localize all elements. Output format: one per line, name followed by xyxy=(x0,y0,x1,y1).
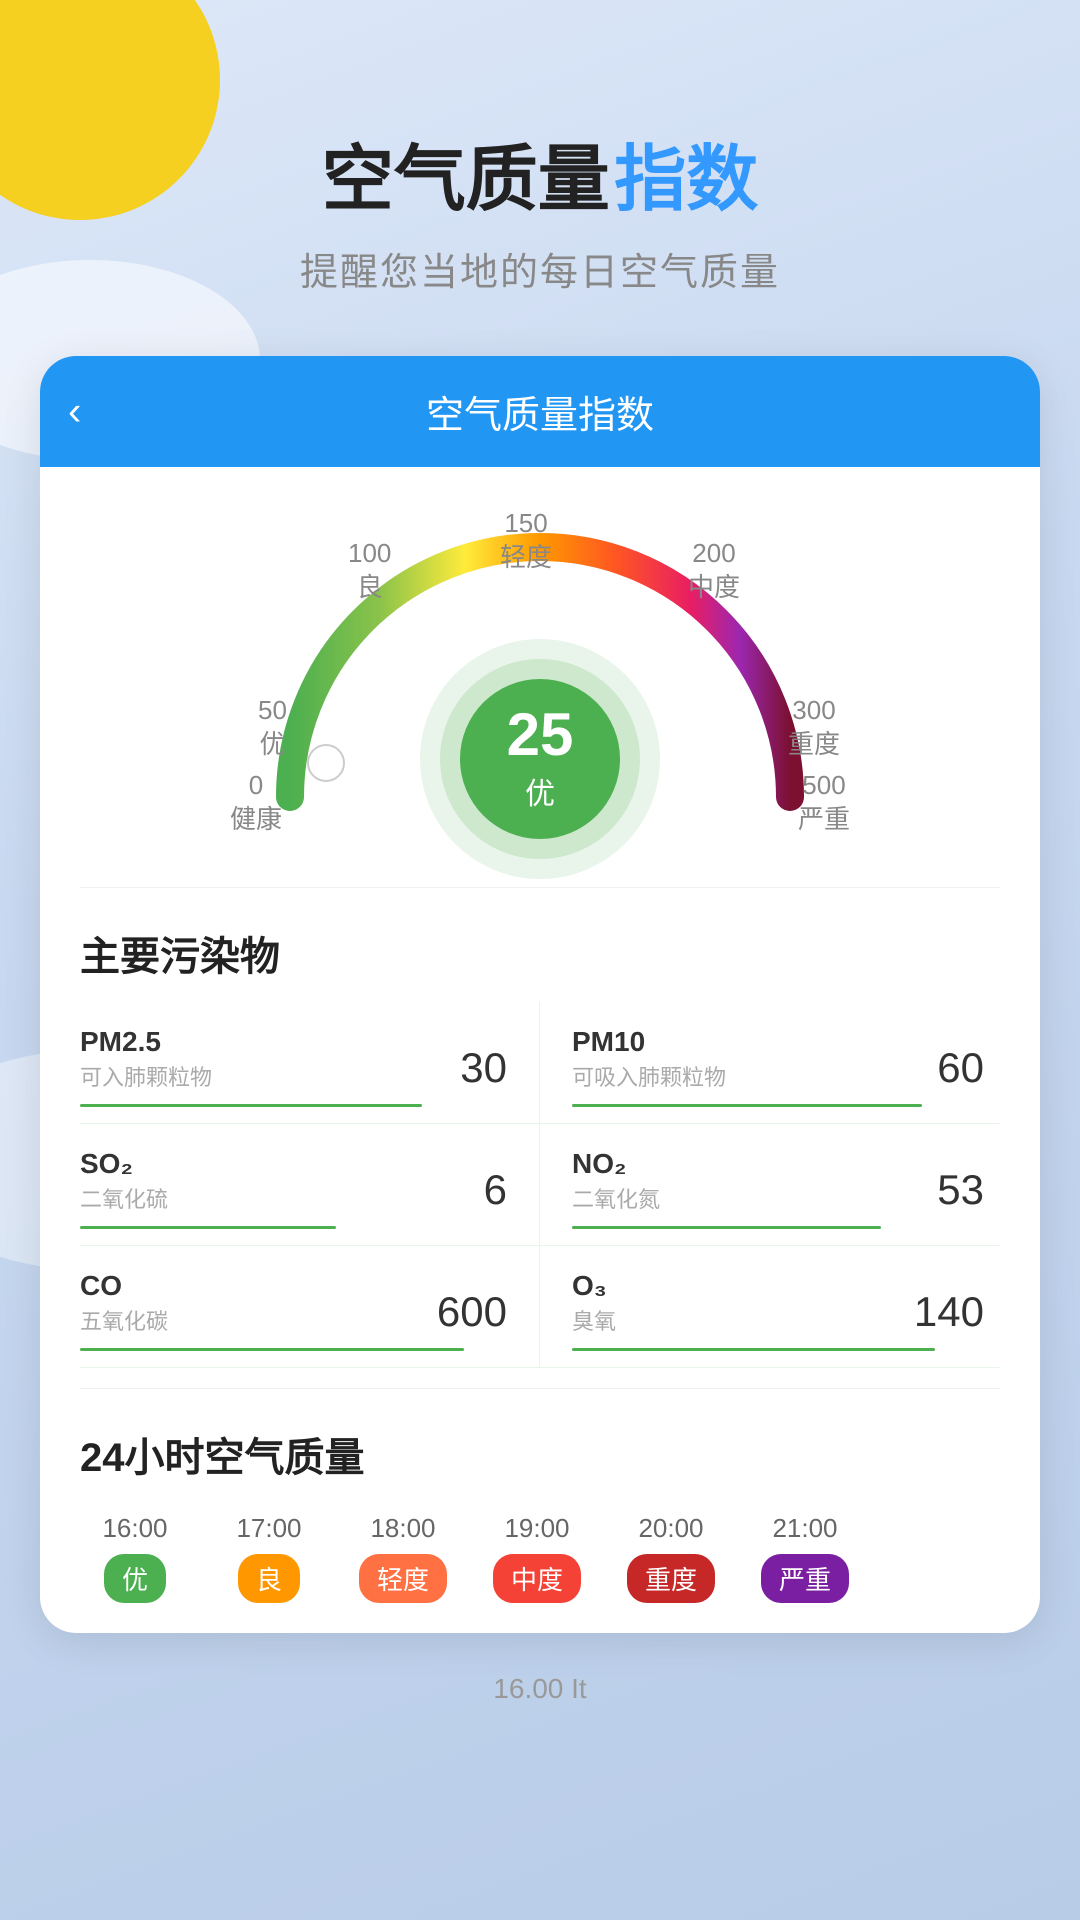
pollutant-pm10-name: PM10 xyxy=(572,1026,726,1058)
hero-title-accent: 指数 xyxy=(614,140,758,220)
card-header-title: 空气质量指数 xyxy=(426,395,654,437)
timeline-badge-1700: 良 xyxy=(238,1554,300,1603)
pollutant-so2: SO₂ 二氧化硫 6 xyxy=(80,1124,540,1246)
timeline-item-1800: 18:00 轻度 xyxy=(348,1513,458,1603)
bottom-label: 16.00 It xyxy=(40,1673,1040,1735)
gauge-center: 25 优 xyxy=(420,639,660,879)
pollutants-section: 主要污染物 PM2.5 可入肺颗粒物 30 xyxy=(40,888,1040,1368)
timeline-time-1600: 16:00 xyxy=(102,1513,167,1544)
timeline-time-2000: 20:00 xyxy=(638,1513,703,1544)
pollutant-no2-bar xyxy=(572,1226,881,1229)
timeline-badge-1800: 轻度 xyxy=(359,1554,447,1603)
pollutant-pm10-bar xyxy=(572,1104,922,1107)
pollutant-o3-value: 140 xyxy=(914,1288,984,1336)
timeline-item-1700: 17:00 良 xyxy=(214,1513,324,1603)
timeline-time-2100: 21:00 xyxy=(772,1513,837,1544)
timeline-badge-1900: 中度 xyxy=(493,1554,581,1603)
timeline-time-1900: 19:00 xyxy=(504,1513,569,1544)
timeline-time-1800: 18:00 xyxy=(370,1513,435,1544)
timeline-row: 16:00 优 17:00 良 18:00 轻度 19:00 中度 20:00 xyxy=(40,1503,1040,1633)
timeline-item-2100: 21:00 严重 xyxy=(750,1513,860,1603)
pollutant-so2-value: 6 xyxy=(484,1166,507,1214)
gauge-container: 0健康 50优 100良 150轻度 2 xyxy=(230,507,850,867)
timeline-badge-2100: 严重 xyxy=(761,1554,849,1603)
pollutant-no2-name: NO₂ xyxy=(572,1148,660,1180)
pollutant-co-name: CO xyxy=(80,1270,168,1302)
pollutant-pm10: PM10 可吸入肺颗粒物 60 xyxy=(540,1002,1000,1124)
gauge-value: 25 xyxy=(507,705,574,765)
pollutant-so2-sub: 二氧化硫 xyxy=(80,1182,168,1214)
hero-title-main: 空气质量 xyxy=(322,140,610,220)
card-header: ‹ 空气质量指数 xyxy=(40,356,1040,467)
timeline-badge-2000: 重度 xyxy=(627,1554,715,1603)
pollutant-pm25-value: 30 xyxy=(460,1044,507,1092)
hero-title-block: 空气质量 指数 xyxy=(40,120,1040,225)
pollutants-grid: PM2.5 可入肺颗粒物 30 PM10 可吸入肺颗粒物 60 xyxy=(40,1002,1040,1368)
pollutant-pm25-name: PM2.5 xyxy=(80,1026,212,1058)
pollutant-pm25-bar xyxy=(80,1104,422,1107)
pollutant-pm25-sub: 可入肺颗粒物 xyxy=(80,1060,212,1092)
pollutant-pm10-sub: 可吸入肺颗粒物 xyxy=(572,1060,726,1092)
pollutant-co-value: 600 xyxy=(437,1288,507,1336)
pollutant-o3-bar xyxy=(572,1348,935,1351)
gauge-label-0: 0健康 xyxy=(230,769,282,837)
pollutant-so2-bar xyxy=(80,1226,336,1229)
pollutant-co-bar xyxy=(80,1348,464,1351)
gauge-label-200: 200中度 xyxy=(688,537,740,605)
pollutant-co: CO 五氧化碳 600 xyxy=(80,1246,540,1368)
back-button[interactable]: ‹ xyxy=(68,389,81,434)
pollutant-so2-name: SO₂ xyxy=(80,1148,168,1180)
pollutants-title: 主要污染物 xyxy=(40,888,1040,1002)
gauge-label-150: 150轻度 xyxy=(500,507,552,575)
gauge-label-300: 300重度 xyxy=(788,694,840,762)
pollutant-no2: NO₂ 二氧化氮 53 xyxy=(540,1124,1000,1246)
timeline-item-1600: 16:00 优 xyxy=(80,1513,190,1603)
timeline-title: 24小时空气质量 xyxy=(40,1389,1040,1503)
timeline-item-1900: 19:00 中度 xyxy=(482,1513,592,1603)
pollutant-co-sub: 五氧化碳 xyxy=(80,1304,168,1336)
pollutant-o3-sub: 臭氧 xyxy=(572,1304,616,1336)
timeline-time-1700: 17:00 xyxy=(236,1513,301,1544)
main-card: ‹ 空气质量指数 xyxy=(40,356,1040,1633)
gauge-circle: 25 优 xyxy=(460,679,620,839)
gauge-level: 优 xyxy=(525,769,555,813)
pollutant-o3: O₃ 臭氧 140 xyxy=(540,1246,1000,1368)
timeline-badge-1600: 优 xyxy=(104,1554,166,1603)
timeline-item-2000: 20:00 重度 xyxy=(616,1513,726,1603)
pollutant-no2-value: 53 xyxy=(937,1166,984,1214)
gauge-aura-outer: 25 优 xyxy=(420,639,660,879)
gauge-aura-mid: 25 优 xyxy=(440,659,640,859)
pollutant-pm25: PM2.5 可入肺颗粒物 30 xyxy=(80,1002,540,1124)
gauge-label-500: 500严重 xyxy=(798,769,850,837)
gauge-label-100: 100良 xyxy=(348,537,391,605)
pollutant-o3-name: O₃ xyxy=(572,1270,616,1302)
pollutant-no2-sub: 二氧化氮 xyxy=(572,1182,660,1214)
pollutant-pm10-value: 60 xyxy=(937,1044,984,1092)
gauge-section: 0健康 50优 100良 150轻度 2 xyxy=(40,467,1040,887)
timeline-section: 24小时空气质量 16:00 优 17:00 良 18:00 轻度 19:00 … xyxy=(40,1389,1040,1633)
hero-subtitle: 提醒您当地的每日空气质量 xyxy=(40,241,1040,296)
gauge-label-50: 50优 xyxy=(258,694,287,762)
